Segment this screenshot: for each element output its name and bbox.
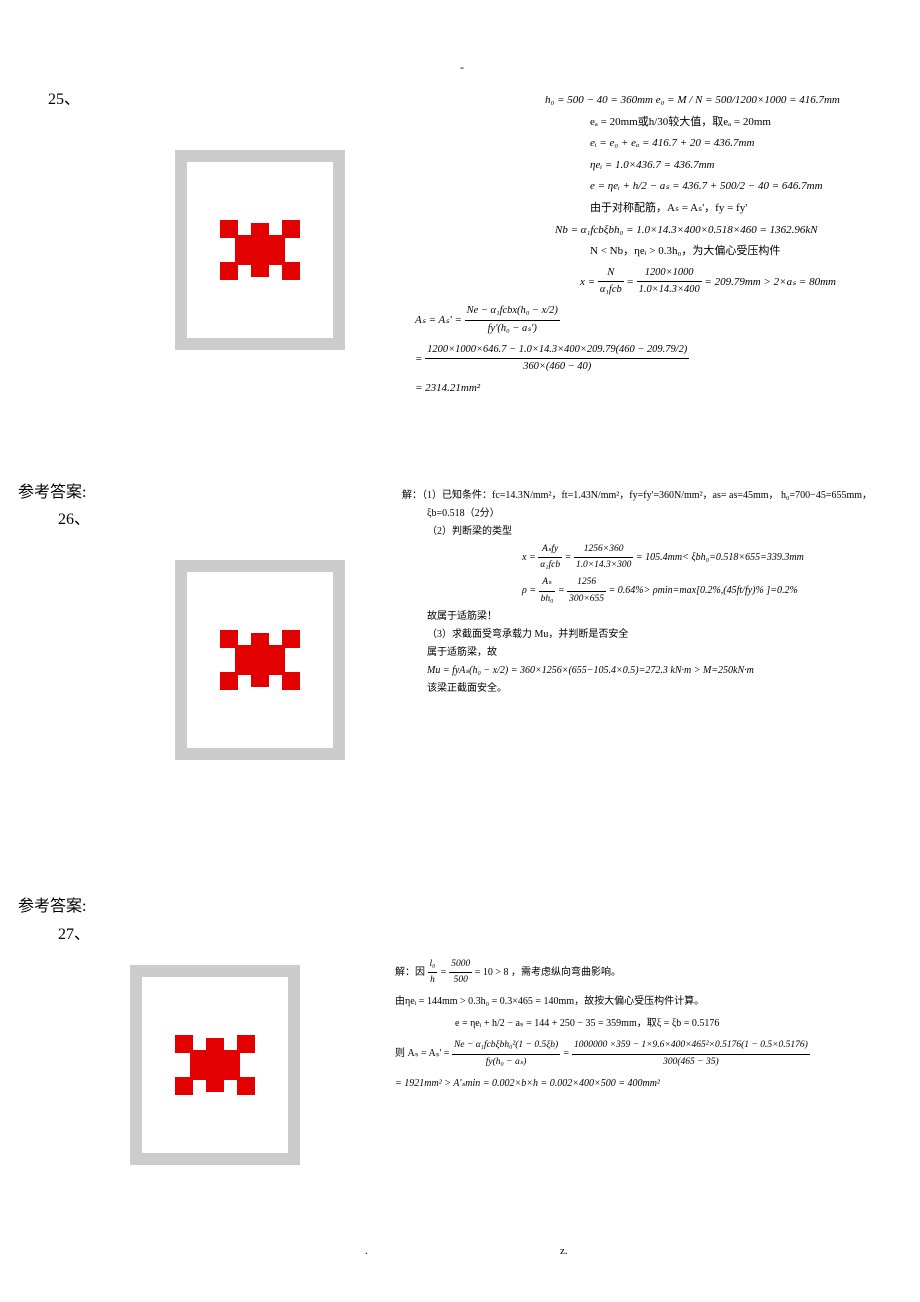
question-26-label: 26、 bbox=[58, 505, 90, 529]
image-placeholder-2 bbox=[175, 560, 345, 760]
solution-25: h₀ = 500 − 40 = 360mm e₀ = M / N = 500/1… bbox=[415, 92, 905, 402]
eq-line: ρ = Aₛbh₀ = 1256300×655 = 0.64%> ρmin=ma… bbox=[522, 575, 902, 606]
image-placeholder-3 bbox=[130, 965, 300, 1165]
eq-line: ξb=0.518（2分） bbox=[427, 506, 902, 522]
eq-line: Nb = α₁fcbξbh₀ = 1.0×14.3×400×0.518×460 … bbox=[555, 222, 905, 240]
eq-line: eᵢ = e₀ + eₐ = 416.7 + 20 = 436.7mm bbox=[590, 135, 905, 153]
eq-line: = 1921mm² > A'ₛmin = 0.002×b×h = 0.002×4… bbox=[395, 1076, 905, 1092]
eq-line: Mu = fyAₛ(h₀ − x/2) = 360×1256×(655−105.… bbox=[427, 663, 902, 679]
eq-line: x = Aₛfyα₁fcb = 1256×3601.0×14.3×300 = 1… bbox=[522, 542, 902, 573]
eq-line: N < Nb，ηeᵢ > 0.3h₀，为大偏心受压构件 bbox=[590, 243, 905, 261]
eq-line: eₐ = 20mm或h/30较大值，取eₐ = 20mm bbox=[590, 114, 905, 132]
answer-label-2: 参考答案: bbox=[18, 892, 86, 916]
eq-line: 属于适筋梁，故 bbox=[427, 645, 902, 661]
eq-line: x = Nα₁fcb = 1200×10001.0×14.3×400 = 209… bbox=[580, 265, 905, 299]
answer-label-1: 参考答案: bbox=[18, 478, 86, 502]
footer-z: z. bbox=[560, 1245, 568, 1257]
broken-image-icon bbox=[175, 1035, 255, 1095]
broken-image-icon bbox=[220, 220, 300, 280]
eq-line: e = ηeᵢ + h/2 − aₛ = 436.7 + 500/2 − 40 … bbox=[590, 178, 905, 196]
eq-line: e = ηeᵢ + h/2 − aₛ = 144 + 250 − 35 = 35… bbox=[455, 1016, 905, 1032]
eq-line: ηeᵢ = 1.0×436.7 = 436.7mm bbox=[590, 157, 905, 175]
eq-line: （2）判断梁的类型 bbox=[427, 524, 902, 540]
eq-line: = 1200×1000×646.7 − 1.0×14.3×400×209.79(… bbox=[415, 342, 905, 376]
solution-27: 解：因 l₀h = 5000500 = 10 > 8 ，需考虑纵向弯曲影响。 由… bbox=[395, 957, 905, 1098]
eq-line: （3）求截面受弯承载力 Mu，并判断是否安全 bbox=[427, 627, 902, 643]
image-placeholder-1 bbox=[175, 150, 345, 350]
header-dash: - bbox=[460, 60, 464, 75]
question-25-label: 25、 bbox=[48, 85, 80, 109]
eq-line: 则 Aₛ = Aₛ' = Ne − α₁fcbξbh₀²(1 − 0.5ξb)f… bbox=[395, 1038, 905, 1069]
eq-line: 由ηeᵢ = 144mm > 0.3h₀ = 0.3×465 = 140mm，故… bbox=[395, 994, 905, 1010]
question-27-label: 27、 bbox=[58, 920, 90, 944]
footer-dot: . bbox=[365, 1245, 368, 1257]
eq-line: Aₛ = Aₛ' = Ne − α₁fcbx(h₀ − x/2)fy'(h₀ −… bbox=[415, 303, 905, 337]
eq-line: 该梁正截面安全。 bbox=[427, 681, 902, 697]
eq-line: h₀ = 500 − 40 = 360mm e₀ = M / N = 500/1… bbox=[545, 92, 905, 110]
eq-line: = 2314.21mm² bbox=[415, 380, 905, 398]
eq-line: 解：（1）已知条件：fc=14.3N/mm²，ft=1.43N/mm²，fy=f… bbox=[402, 488, 902, 504]
solution-26: 解：（1）已知条件：fc=14.3N/mm²，ft=1.43N/mm²，fy=f… bbox=[402, 488, 902, 699]
eq-line: 由于对称配筋，Aₛ = Aₛ'，fy = fy' bbox=[590, 200, 905, 218]
eq-line: 故属于适筋梁！ bbox=[427, 609, 902, 625]
broken-image-icon bbox=[220, 630, 300, 690]
eq-line: 解：因 l₀h = 5000500 = 10 > 8 ，需考虑纵向弯曲影响。 bbox=[395, 957, 905, 988]
